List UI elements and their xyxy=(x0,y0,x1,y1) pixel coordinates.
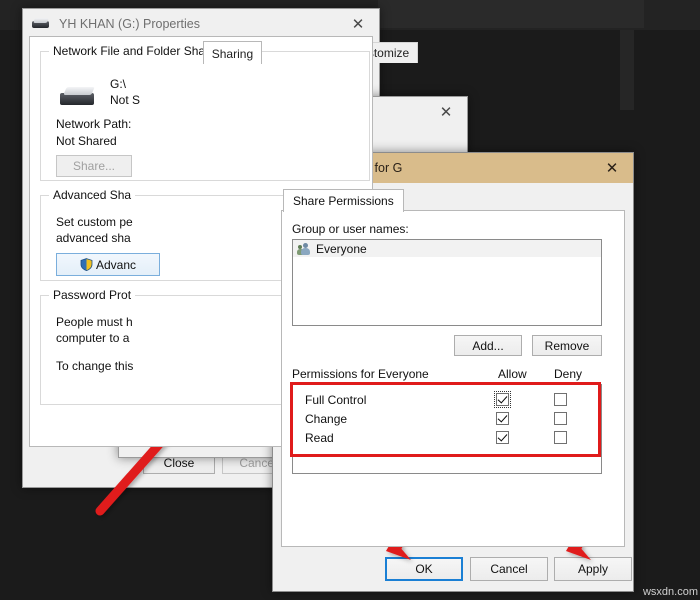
group-advanced-legend: Advanced Sha xyxy=(49,188,136,202)
watermark: wsxdn.com xyxy=(642,586,698,598)
desktop-band-secondary xyxy=(378,0,644,28)
desktop-band-tertiary xyxy=(620,30,634,110)
properties-title: YH KHAN (G:) Properties xyxy=(59,17,201,31)
remove-principal-button[interactable]: Remove xyxy=(532,335,602,356)
password-desc-line2: computer to a xyxy=(56,331,130,345)
permissions-window: Permissions for G ✕ Share Permissions Gr… xyxy=(272,152,634,592)
permissions-cancel-button[interactable]: Cancel xyxy=(470,557,548,581)
people-icon xyxy=(297,242,312,255)
password-desc-line3: To change this xyxy=(56,359,134,373)
close-icon[interactable]: ✕ xyxy=(337,9,379,39)
advanced-desc-line2: advanced sha xyxy=(56,231,131,245)
column-header-allow: Allow xyxy=(498,367,527,381)
group-user-listbox[interactable]: Everyone xyxy=(292,239,602,326)
permissions-apply-button[interactable]: Apply xyxy=(554,557,632,581)
permissions-highlight-box xyxy=(290,382,601,457)
permissions-for-label: Permissions for Everyone xyxy=(292,367,429,381)
drive-large-icon xyxy=(58,83,98,109)
close-icon[interactable]: ✕ xyxy=(425,97,467,127)
password-desc-line1: People must h xyxy=(56,315,133,329)
close-icon[interactable]: ✕ xyxy=(591,153,633,183)
advanced-desc-line1: Set custom pe xyxy=(56,215,133,229)
permissions-ok-button[interactable]: OK xyxy=(385,557,463,581)
properties-titlebar: YH KHAN (G:) Properties ✕ xyxy=(23,9,379,39)
advanced-sharing-button[interactable]: Advanc xyxy=(56,253,160,276)
column-header-deny: Deny xyxy=(554,367,583,381)
advanced-sharing-button-label: Advanc xyxy=(95,257,137,272)
network-path-value: Not Shared xyxy=(56,134,117,148)
share-path-value: G:\ xyxy=(110,77,127,91)
list-item[interactable]: Everyone xyxy=(293,240,601,257)
group-password-legend: Password Prot xyxy=(49,288,136,302)
screen: YH KHAN (G:) Properties ✕ General Tools … xyxy=(0,0,700,600)
share-button[interactable]: Share... xyxy=(56,155,132,177)
tab-sharing[interactable]: Sharing xyxy=(202,41,263,64)
drive-icon xyxy=(31,17,51,31)
group-or-user-names-label: Group or user names: xyxy=(292,222,409,236)
network-path-label: Network Path: xyxy=(56,117,132,131)
tab-share-permissions[interactable]: Share Permissions xyxy=(283,189,404,212)
permissions-body: Share Permissions Group or user names: E… xyxy=(273,183,633,591)
add-principal-button[interactable]: Add... xyxy=(454,335,522,356)
share-permissions-page: Group or user names: Everyone Add... Rem… xyxy=(281,210,625,547)
shield-icon xyxy=(80,258,93,272)
list-item-label: Everyone xyxy=(316,241,367,256)
share-state-value: Not S xyxy=(110,93,141,107)
